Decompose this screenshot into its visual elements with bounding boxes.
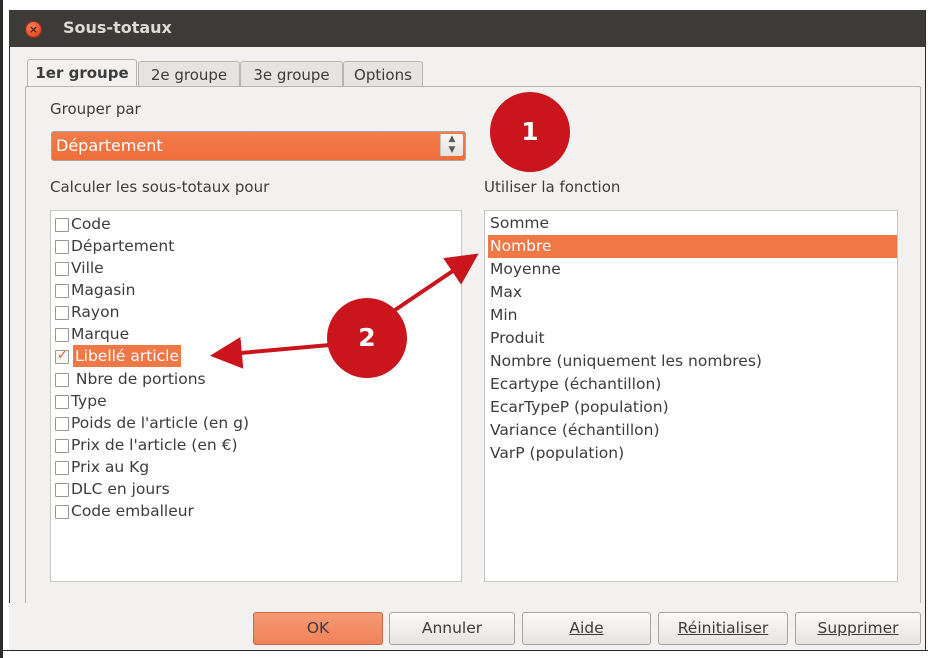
arrow-to-libelle [210,336,331,369]
arrow-to-nombre [393,253,479,312]
annotation-badge-2: 2 [327,298,407,378]
annotation-badge-1: 1 [490,92,570,172]
annotation-arrows [210,253,479,369]
